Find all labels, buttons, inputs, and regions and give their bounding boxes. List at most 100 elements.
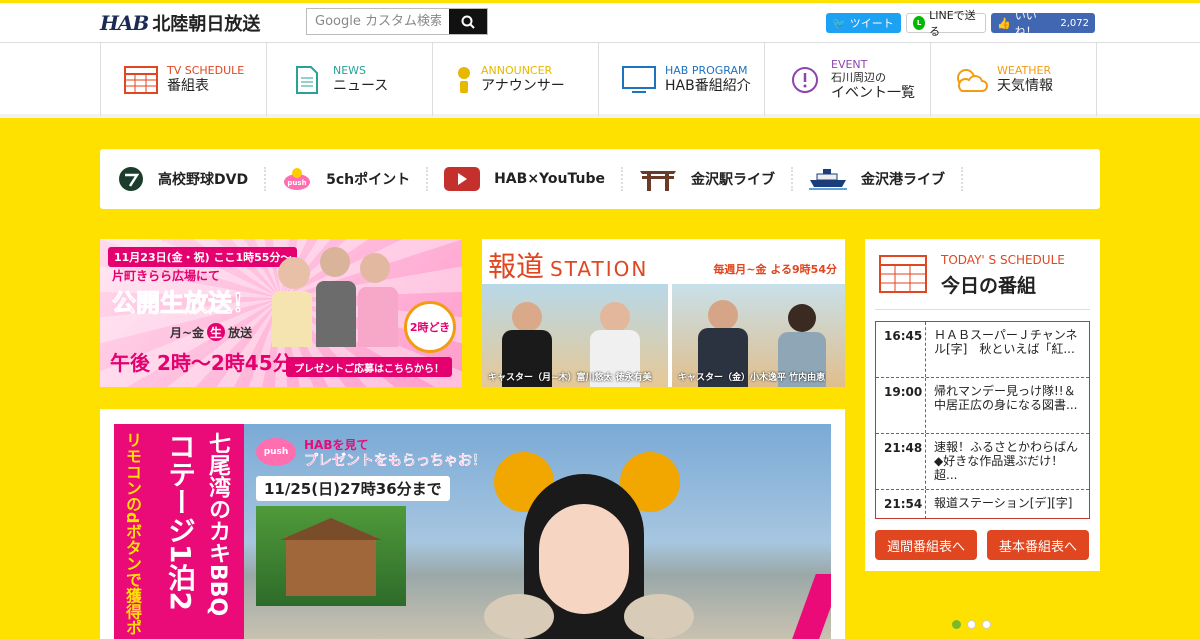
banner2-caster-mon-thu: キャスター（月~木）富川悠太 徳永有美: [488, 373, 652, 383]
quicklink-label: HAB×YouTube: [494, 171, 605, 187]
schedule-row[interactable]: 21:54 報道ステーション[デ][字]: [876, 490, 1089, 518]
todays-schedule-panel: TODAY' S SCHEDULE 今日の番組 16:45 ＨＡＢスーパーＪチャ…: [865, 239, 1100, 571]
quicklink-label: 高校野球DVD: [158, 172, 249, 188]
twitter-bird-icon: 🐦: [832, 16, 846, 30]
banner1-headline: 公開生放送！: [112, 289, 257, 318]
carousel-dot[interactable]: [952, 620, 961, 629]
banner2-photo-fri: キャスター（金）小木逸平 竹内由恵: [672, 284, 845, 387]
schedule-row[interactable]: 21:48 速報！ふるさとかわらばん◆好きな作品選ぶだけ！超...: [876, 434, 1089, 490]
main-nav: TV SCHEDULE 番組表 NEWS ニュース ANNOUNCER アナウン…: [0, 43, 1200, 118]
top-bar: HAB 北陸朝日放送 🐦 ツイート L LINEで送る 👍 いいね！ 2,072: [0, 0, 1200, 43]
promo-lead2: プレゼントをもらっちゃお！: [304, 453, 486, 469]
search-box: [306, 8, 488, 35]
schedule-program: 帰れマンデー見っけ隊!!＆中居正広の身になる図書...: [934, 384, 1078, 412]
schedule-list: 16:45 ＨＡＢスーパーＪチャンネル[字] 秋といえば「紅... 19:00 …: [875, 321, 1090, 519]
basic-schedule-button[interactable]: 基本番組表へ: [987, 530, 1089, 560]
kanazawa-station-gate-icon: [639, 167, 677, 191]
logo-mark: HAB: [100, 11, 149, 35]
promo-vertical-band: 七尾湾のカキBBQ コテージ1泊2 リモコンのdボタンで獲得ポ: [114, 424, 244, 639]
news-document-icon: [289, 62, 325, 98]
quicklink-youtube[interactable]: HAB×YouTube: [444, 167, 623, 191]
carousel-dot[interactable]: [982, 620, 991, 629]
nav-announcer-en: ANNOUNCER: [481, 64, 553, 77]
nav-tv-schedule[interactable]: TV SCHEDULE 番組表: [101, 43, 267, 116]
svg-text:push: push: [288, 179, 307, 187]
tweet-button[interactable]: 🐦 ツイート: [826, 13, 901, 33]
carousel-indicators: [952, 620, 997, 629]
quicklink-label: 5chポイント: [326, 172, 411, 188]
schedule-row[interactable]: 16:45 ＨＡＢスーパーＪチャンネル[字] 秋といえば「紅...: [876, 322, 1089, 378]
site-logo[interactable]: HAB 北陸朝日放送: [100, 11, 261, 35]
nav-weather[interactable]: WEATHER 天気情報: [931, 43, 1097, 116]
like-label: いいね！: [1014, 9, 1037, 38]
live-broadcast-banner[interactable]: 11月23日(金・祝) ここ1時55分～ 片町きらら広場にて 公開生放送！ 月~…: [100, 239, 462, 387]
promo-deadline: 11/25(日)27時36分まで: [256, 476, 450, 501]
nav-event-jp-sub: 石川周辺の: [831, 70, 886, 84]
like-count: 2,072: [1060, 17, 1089, 29]
quicklink-kanazawa-port[interactable]: 金沢港ライブ: [808, 167, 963, 191]
nav-hab-program[interactable]: HAB PROGRAM HAB番組紹介: [599, 43, 765, 116]
nav-event[interactable]: EVENT 石川周辺の イベント一覧: [765, 43, 931, 116]
schedule-row[interactable]: 19:00 帰れマンデー見っけ隊!!＆中居正広の身になる図書...: [876, 378, 1089, 434]
banner2-photo-mon-thu: キャスター（月~木）富川悠太 徳永有美: [482, 284, 668, 387]
schedule-time: 21:48: [876, 434, 926, 489]
nav-announcer[interactable]: ANNOUNCER アナウンサー: [433, 43, 599, 116]
banner1-2jidoki-logo: 2時どき: [404, 301, 456, 353]
banner1-place: 片町きらら広場にて: [112, 269, 221, 283]
banner1-cast-photos: [264, 247, 404, 355]
hodo-station-banner[interactable]: 報道 STATION 毎週月~金 よる9時54分 キャスター（月~木）富川悠太 …: [482, 239, 845, 387]
nav-announcer-jp: アナウンサー: [481, 78, 565, 94]
banner2-schedule: 毎週月~金 よる9時54分: [713, 263, 837, 276]
line-share-button[interactable]: L LINEで送る: [906, 9, 986, 38]
quicklink-label: 金沢駅ライブ: [690, 172, 775, 188]
promo-cottage-photo: [256, 506, 406, 606]
thumbs-up-icon: 👍: [997, 16, 1011, 30]
nav-tv-schedule-en: TV SCHEDULE: [167, 64, 245, 77]
baseball-dvd-icon: [118, 166, 144, 192]
program-monitor-icon: [621, 62, 657, 98]
nav-hab-program-en: HAB PROGRAM: [665, 64, 748, 77]
banner1-broadcast: 放送: [228, 325, 253, 340]
promo-girl-photo: [484, 434, 694, 639]
quicklink-kanazawa-station[interactable]: 金沢駅ライブ: [639, 167, 793, 191]
banner2-title-jp: 報道: [488, 250, 545, 283]
facebook-like-button[interactable]: 👍 いいね！ 2,072: [991, 9, 1095, 38]
nav-hab-program-jp: HAB番組紹介: [665, 78, 751, 94]
tv-schedule-grid-icon: [123, 62, 159, 98]
promo-vertical3: リモコンのdボタンで獲得ポ: [123, 432, 142, 636]
logo-name: 北陸朝日放送: [152, 14, 261, 35]
quicklink-5ch-point[interactable]: push 5chポイント: [282, 166, 429, 192]
quick-links-bar: 高校野球DVD push 5chポイント HAB×YouTube 金沢駅ライブ …: [100, 149, 1100, 209]
banner1-cta-button[interactable]: プレゼントご応募はこちらから！: [286, 357, 452, 377]
banner2-title-en: STATION: [550, 257, 649, 281]
search-input[interactable]: [307, 9, 449, 34]
schedule-label-en: TODAY' S SCHEDULE: [941, 253, 1065, 267]
search-button[interactable]: [449, 9, 487, 34]
push-5ch-icon: push: [282, 166, 312, 192]
nav-weather-jp: 天気情報: [997, 78, 1053, 94]
quicklink-label: 金沢港ライブ: [860, 172, 945, 188]
schedule-program: 報道ステーション[デ][字]: [934, 496, 1073, 510]
schedule-program: 速報！ふるさとかわらばん◆好きな作品選ぶだけ！超...: [934, 440, 1079, 482]
line-label: LINEで送る: [929, 9, 976, 38]
nav-tv-schedule-jp: 番組表: [167, 78, 209, 94]
line-icon: L: [913, 16, 926, 30]
banner1-days: 月~金: [170, 325, 205, 340]
nav-news-en: NEWS: [333, 64, 367, 77]
push-promo-image[interactable]: 七尾湾のカキBBQ コテージ1泊2 リモコンのdボタンで獲得ポ push HAB…: [114, 424, 831, 639]
tweet-label: ツイート: [849, 17, 894, 30]
carousel-dot[interactable]: [967, 620, 976, 629]
youtube-icon: [444, 167, 481, 191]
quicklink-baseball-dvd[interactable]: 高校野球DVD: [118, 166, 267, 192]
nav-news-jp: ニュース: [333, 78, 389, 94]
promo-push-badge: push: [256, 438, 296, 466]
nav-weather-en: WEATHER: [997, 64, 1052, 77]
schedule-time: 16:45: [876, 322, 926, 377]
schedule-time: 19:00: [876, 378, 926, 433]
weekly-schedule-button[interactable]: 週間番組表へ: [875, 530, 977, 560]
weather-cloud-icon: [953, 62, 989, 98]
promo-vertical1: 七尾湾のカキBBQ: [205, 432, 230, 617]
banner2-caster-fri: キャスター（金）小木逸平 竹内由恵: [678, 373, 826, 383]
nav-event-en: EVENT: [831, 57, 868, 71]
nav-news[interactable]: NEWS ニュース: [267, 43, 433, 116]
